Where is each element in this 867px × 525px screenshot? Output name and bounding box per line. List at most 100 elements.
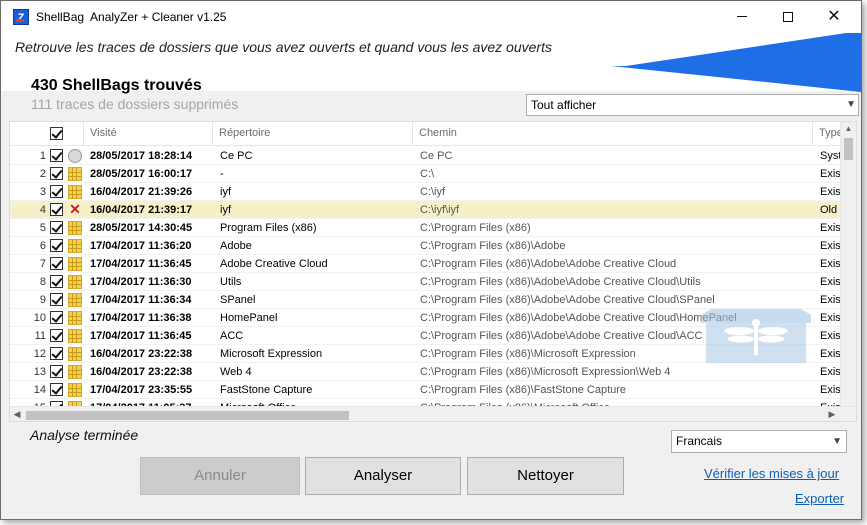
folder-icon	[68, 257, 82, 271]
row-repertoire: Adobe	[220, 240, 252, 252]
table-row[interactable]: 13 16/04/2017 23:22:38 Web 4 C:\Program Fil…	[10, 363, 844, 381]
row-visite: 28/05/2017 16:00:17	[90, 168, 193, 180]
row-chemin: Ce PC	[420, 150, 453, 162]
row-checkbox[interactable]	[50, 275, 63, 288]
row-repertoire: iyf	[220, 204, 231, 216]
row-checkbox[interactable]	[50, 365, 63, 378]
table-row[interactable]: 14 17/04/2017 23:35:55 FastStone Capture C:…	[10, 381, 844, 399]
row-visite: 17/04/2017 11:36:30	[90, 276, 192, 288]
row-type: Syst	[820, 150, 842, 162]
horizontal-scroll-thumb[interactable]	[26, 411, 349, 420]
row-repertoire: Utils	[220, 276, 242, 288]
language-dropdown[interactable]: Francais ▼	[671, 430, 847, 453]
row-visite: 16/04/2017 23:22:38	[90, 348, 193, 360]
vertical-scroll-thumb[interactable]	[844, 138, 853, 160]
row-checkbox[interactable]	[50, 185, 63, 198]
table-row[interactable]: 4 ✕ 16/04/2017 21:39:17 iyf C:\iyf\iyf Old /	[10, 201, 843, 219]
row-repertoire: SPanel	[220, 294, 256, 306]
app-logo-icon: Z	[13, 9, 29, 25]
row-checkbox[interactable]	[50, 239, 63, 252]
analyze-button[interactable]: Analyser	[305, 457, 461, 495]
row-number: 1	[39, 150, 46, 162]
row-visite: 16/04/2017 21:39:17	[90, 204, 193, 216]
folder-icon	[68, 383, 82, 397]
row-number: 13	[33, 366, 46, 378]
select-all-checkbox[interactable]	[50, 127, 63, 140]
column-chemin[interactable]: Chemin	[412, 122, 812, 146]
cancel-button[interactable]: Annuler	[140, 457, 300, 495]
row-checkbox[interactable]	[50, 149, 63, 162]
window-title: ShellBag AnalyZer + Cleaner v1.25	[36, 10, 227, 24]
row-checkbox[interactable]	[50, 167, 63, 180]
close-icon: ✕	[827, 8, 841, 25]
chevron-down-icon: ▼	[846, 99, 856, 110]
row-visite: 17/04/2017 11:36:38	[90, 312, 192, 324]
row-number: 7	[39, 258, 46, 270]
scroll-left-icon[interactable]: ◀	[10, 407, 24, 421]
table-row[interactable]: 1 28/05/2017 18:28:14 Ce PC Ce PC Syst	[10, 147, 842, 165]
computer-icon	[68, 149, 82, 163]
row-checkbox[interactable]	[50, 221, 63, 234]
close-button[interactable]: ✕	[811, 1, 857, 33]
row-checkbox[interactable]	[50, 293, 63, 306]
row-repertoire: HomePanel	[220, 312, 278, 324]
row-repertoire: -	[220, 168, 224, 180]
clean-button[interactable]: Nettoyer	[467, 457, 624, 495]
row-checkbox[interactable]	[50, 203, 63, 216]
status-message: Analyse terminée	[30, 427, 139, 443]
row-chemin: C:\Program Files (x86)	[420, 222, 531, 234]
row-checkbox[interactable]	[50, 257, 63, 270]
chevron-down-icon: ▼	[832, 436, 842, 447]
folder-icon	[68, 293, 82, 307]
row-repertoire: Program Files (x86)	[220, 222, 317, 234]
row-chemin: C:\Program Files (x86)\Adobe\Adobe Creat…	[420, 276, 701, 288]
filter-dropdown[interactable]: Tout afficher ▼	[526, 94, 859, 116]
row-repertoire: ACC	[220, 330, 244, 342]
row-chemin: C:\Program Files (x86)\FastStone Capture	[420, 384, 627, 396]
row-checkbox[interactable]	[50, 311, 63, 324]
folder-icon	[68, 239, 82, 253]
row-chemin: C:\Program Files (x86)\Adobe\Adobe Creat…	[420, 312, 737, 324]
header-select-all[interactable]	[10, 122, 83, 146]
row-chemin: C:\Program Files (x86)\Microsoft Express…	[420, 366, 671, 378]
table-row[interactable]: 2 28/05/2017 16:00:17- C:\ Exist	[10, 165, 844, 183]
row-visite: 17/04/2017 11:36:34	[90, 294, 192, 306]
row-visite: 16/04/2017 23:22:38	[90, 366, 193, 378]
folder-icon	[68, 275, 82, 289]
row-visite: 16/04/2017 21:39:26	[90, 186, 193, 198]
table-row[interactable]: 3 16/04/2017 21:39:26 iyf C:\iyf Exist	[10, 183, 844, 201]
maximize-button[interactable]	[765, 1, 811, 33]
vertical-scrollbar[interactable]: ▲	[840, 122, 856, 406]
folder-icon	[68, 347, 82, 361]
row-checkbox[interactable]	[50, 383, 63, 396]
export-link[interactable]: Exporter	[795, 491, 844, 506]
filter-selected: Tout afficher	[531, 98, 597, 112]
folder-icon	[68, 185, 82, 199]
row-visite: 28/05/2017 14:30:45	[90, 222, 193, 234]
scroll-up-icon[interactable]: ▲	[841, 122, 856, 136]
table-row[interactable]: 7 17/04/2017 11:36:45 Adobe Creative Cloud…	[10, 255, 844, 273]
row-chemin: C:\Program Files (x86)\Microsoft Express…	[420, 348, 636, 360]
row-visite: 28/05/2017 18:28:14	[90, 150, 193, 162]
row-repertoire: FastStone Capture	[220, 384, 313, 396]
scroll-right-icon[interactable]: ▶	[825, 407, 839, 421]
row-number: 4	[39, 204, 46, 216]
table-row[interactable]: 8 17/04/2017 11:36:30 Utils C:\Program File…	[10, 273, 844, 291]
column-visite[interactable]: Visité	[83, 122, 212, 146]
app-window: Z ShellBag AnalyZer + Cleaner v1.25 ✕ Re…	[0, 0, 862, 520]
minimize-button[interactable]	[719, 1, 765, 33]
table-row[interactable]: 6 17/04/2017 11:36:20 Adobe C:\Program File…	[10, 237, 844, 255]
deleted-icon: ✕	[69, 201, 81, 217]
horizontal-scrollbar[interactable]: ◀ ▶	[10, 406, 856, 421]
row-repertoire: Adobe Creative Cloud	[220, 258, 328, 270]
table-row[interactable]: 5 28/05/2017 14:30:45 Program Files (x86) C…	[10, 219, 844, 237]
deleted-count: 111 traces de dossiers supprimés	[31, 96, 239, 112]
row-checkbox[interactable]	[50, 329, 63, 342]
row-number: 14	[33, 384, 46, 396]
check-updates-link[interactable]: Vérifier les mises à jour	[704, 466, 839, 481]
title-bar[interactable]: Z ShellBag AnalyZer + Cleaner v1.25 ✕	[1, 1, 861, 33]
minimize-icon	[737, 16, 747, 18]
row-checkbox[interactable]	[50, 347, 63, 360]
column-repertoire[interactable]: Répertoire	[212, 122, 412, 146]
folder-icon	[68, 311, 82, 325]
